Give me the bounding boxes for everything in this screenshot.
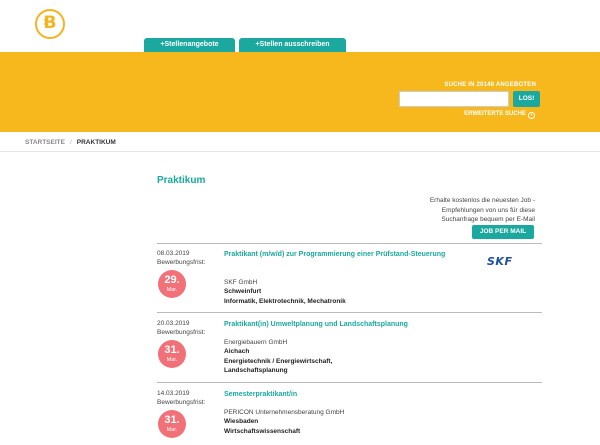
- job-company: PERICON Unternehmensberatung GmbH: [224, 409, 345, 416]
- site-logo[interactable]: B: [35, 9, 65, 39]
- site-header: B +Stellenangebote +Stellen ausschreiben: [0, 0, 600, 52]
- job-title-link[interactable]: Praktikant (m/w/d) zur Programmierung ei…: [224, 250, 449, 260]
- job-per-mail-button[interactable]: JOB PER MAIL: [472, 225, 534, 239]
- deadline-month: Mar.: [166, 287, 178, 293]
- deadline-label: Bewerbungsfrist:: [157, 329, 206, 336]
- search-button[interactable]: LOS!: [513, 91, 540, 107]
- breadcrumb-current: PRAKTIKUM: [76, 139, 116, 146]
- breadcrumb-divider: [0, 151, 600, 152]
- company-logo[interactable]: SKF: [487, 255, 512, 268]
- deadline-day: 31.: [164, 344, 180, 356]
- advanced-search-label: ERWEITERTE SUCHE: [464, 111, 526, 117]
- breadcrumb: STARTSEITE / PRAKTIKUM: [25, 139, 116, 146]
- job-listing: 20.03.2019 Bewerbungsfrist: 31. Mar. Pra…: [157, 320, 542, 378]
- list-divider: [157, 243, 542, 244]
- job-date: 20.03.2019: [157, 320, 190, 327]
- tab-stellen-ausschreiben[interactable]: +Stellen ausschreiben: [239, 38, 346, 52]
- job-company: SKF GmbH: [224, 279, 258, 286]
- job-field: Informatik, Elektrotechnik, Mechatronik: [224, 298, 346, 305]
- job-title-link[interactable]: Praktikant(in) Umweltplanung und Landsch…: [224, 320, 524, 330]
- breadcrumb-separator: /: [69, 139, 72, 146]
- job-location: Wiesbaden: [224, 418, 259, 425]
- job-alert-text: Erhalte kostenlos die neuesten Job - Emp…: [429, 197, 535, 223]
- logo-letter: B: [43, 13, 57, 33]
- job-location: Schweinfurt: [224, 288, 262, 295]
- job-listing: 14.03.2019 Bewerbungsfrist: 31. Mar. Sem…: [157, 390, 542, 445]
- deadline-badge: 31. Mar.: [158, 410, 186, 438]
- search-label: SUCHE IN 20148 ANGEBOTEN: [444, 82, 536, 88]
- deadline-label: Bewerbungsfrist:: [157, 259, 206, 266]
- search-band: SUCHE IN 20148 ANGEBOTEN LOS! ERWEITERTE…: [0, 52, 600, 132]
- job-company: Energiebauern GmbH: [224, 339, 288, 346]
- deadline-month: Mar.: [166, 357, 178, 363]
- breadcrumb-home[interactable]: STARTSEITE: [25, 139, 65, 146]
- deadline-badge: 29. Mar.: [158, 270, 186, 298]
- list-divider: [157, 312, 542, 313]
- job-date: 08.03.2019: [157, 250, 190, 257]
- advanced-search-link[interactable]: ERWEITERTE SUCHE ›: [464, 111, 535, 119]
- deadline-badge: 31. Mar.: [158, 340, 186, 368]
- search-input[interactable]: [399, 91, 509, 107]
- job-listing: 08.03.2019 Bewerbungsfrist: 29. Mar. Pra…: [157, 250, 542, 312]
- job-title-link[interactable]: Semesterpraktikant/in: [224, 390, 449, 400]
- list-divider: [157, 382, 542, 383]
- deadline-day: 29.: [164, 274, 180, 286]
- deadline-label: Bewerbungsfrist:: [157, 399, 206, 406]
- page-title: Praktikum: [157, 175, 206, 186]
- tab-stellenangebote[interactable]: +Stellenangebote: [144, 38, 235, 52]
- job-field: Wirtschaftswissenschaft: [224, 428, 301, 435]
- job-date: 14.03.2019: [157, 390, 190, 397]
- job-field: Energietechnik / Energiewirtschaft, Land…: [224, 358, 333, 374]
- circle-chevron-icon: ›: [528, 112, 535, 119]
- deadline-day: 31.: [164, 414, 180, 426]
- deadline-month: Mar.: [166, 427, 178, 433]
- job-location: Aichach: [224, 348, 250, 355]
